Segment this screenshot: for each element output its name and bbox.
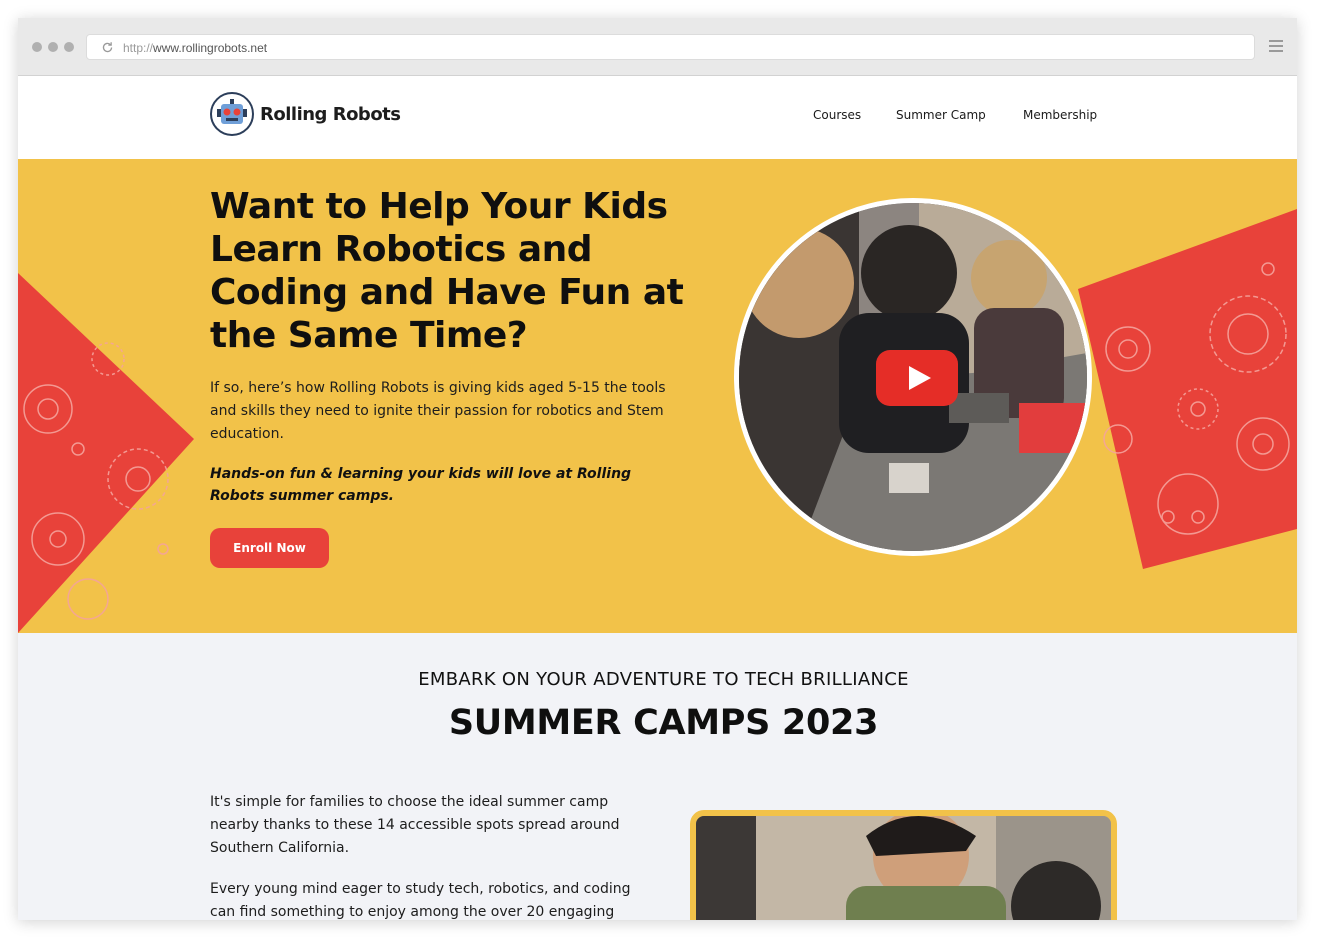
hero-body: If so, here’s how Rolling Robots is givi…	[210, 380, 666, 442]
camps-paragraph-2: Every young mind eager to study tech, ro…	[210, 881, 631, 920]
summer-camps-section: EMBARK ON YOUR ADVENTURE TO TECH BRILLIA…	[18, 633, 1297, 920]
section-eyebrow: EMBARK ON YOUR ADVENTURE TO TECH BRILLIA…	[418, 669, 909, 690]
section-title: SUMMER CAMPS 2023	[448, 703, 879, 743]
hero-title: Want to Help Your Kids Learn Robotics an…	[210, 186, 684, 356]
site-header: Rolling Robots Courses Summer Camp Membe…	[18, 76, 1297, 159]
browser-window: http://www.rollingrobots.net Rolling Rob…	[18, 18, 1297, 920]
hero-section: Want to Help Your Kids Learn Robotics an…	[18, 159, 1297, 633]
camp-photo	[690, 810, 1117, 920]
robot-logo-icon	[210, 92, 254, 136]
hero-video-thumbnail[interactable]	[734, 198, 1092, 556]
logo-link[interactable]: Rolling Robots	[210, 92, 401, 136]
logo-text: Rolling Robots	[260, 103, 401, 125]
nav-courses[interactable]: Courses	[813, 108, 861, 122]
address-bar[interactable]: http://www.rollingrobots.net	[86, 34, 1255, 60]
minimize-dot-icon[interactable]	[48, 42, 58, 52]
hero-tagline: Hands-on fun & learning your kids will l…	[210, 466, 632, 504]
url-protocol: http://	[123, 41, 154, 55]
url-host: www.rollingrobots.net	[153, 41, 268, 55]
enroll-now-button[interactable]: Enroll Now	[210, 528, 329, 568]
url-text: http://www.rollingrobots.net	[123, 41, 267, 55]
youtube-play-icon[interactable]	[876, 350, 958, 406]
nav-membership[interactable]: Membership	[1023, 108, 1097, 122]
camps-paragraph-1: It's simple for families to choose the i…	[210, 794, 620, 856]
window-controls	[32, 42, 74, 52]
browser-menu-icon[interactable]	[1269, 40, 1283, 52]
camp-photo-image	[696, 816, 1111, 920]
maximize-dot-icon[interactable]	[64, 42, 74, 52]
nav-summer-camp[interactable]: Summer Camp	[896, 108, 986, 122]
reload-icon[interactable]	[101, 41, 114, 54]
close-dot-icon[interactable]	[32, 42, 42, 52]
browser-toolbar: http://www.rollingrobots.net	[18, 18, 1297, 76]
web-page: Rolling Robots Courses Summer Camp Membe…	[18, 76, 1297, 920]
